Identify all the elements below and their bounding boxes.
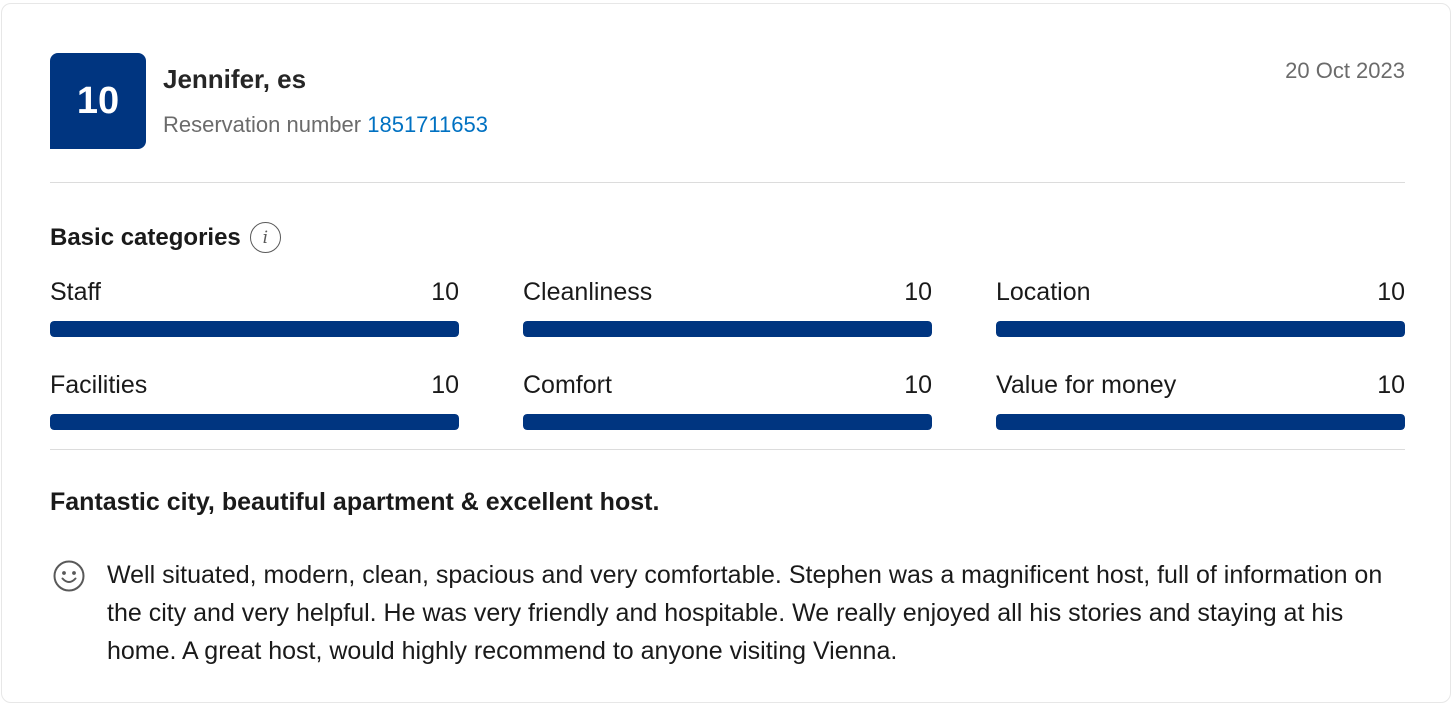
category-score-bar-fill xyxy=(50,414,459,430)
review-score-badge: 10 xyxy=(50,53,146,149)
category-score-bar-fill xyxy=(50,321,459,337)
category-score-bar-fill xyxy=(523,321,932,337)
category-value-for-money: Value for money 10 xyxy=(996,371,1405,430)
category-score-bar xyxy=(50,321,459,337)
categories-divider xyxy=(50,449,1405,450)
category-score-bar xyxy=(996,414,1405,430)
basic-categories-title: Basic categories xyxy=(50,223,241,251)
category-facilities: Facilities 10 xyxy=(50,371,459,430)
category-score: 10 xyxy=(904,371,932,399)
category-score-bar xyxy=(996,321,1405,337)
category-label: Location xyxy=(996,278,1091,306)
review-headline: Fantastic city, beautiful apartment & ex… xyxy=(50,488,660,516)
category-score: 10 xyxy=(431,278,459,306)
category-score-bar-fill xyxy=(996,321,1405,337)
smile-icon xyxy=(53,560,85,592)
category-score: 10 xyxy=(1377,371,1405,399)
category-label: Facilities xyxy=(50,371,148,399)
category-cleanliness: Cleanliness 10 xyxy=(523,278,932,337)
category-comfort: Comfort 10 xyxy=(523,371,932,430)
info-icon[interactable]: i xyxy=(249,222,281,253)
category-score: 10 xyxy=(1377,278,1405,306)
category-location: Location 10 xyxy=(996,278,1405,337)
reservation-label: Reservation number xyxy=(163,112,362,137)
category-score-bar xyxy=(523,414,932,430)
category-score-bar xyxy=(50,414,459,430)
category-label: Comfort xyxy=(523,371,612,399)
category-score: 10 xyxy=(904,278,932,306)
category-staff: Staff 10 xyxy=(50,278,459,337)
category-score-bar xyxy=(523,321,932,337)
category-label: Cleanliness xyxy=(523,278,653,306)
reservation-info: Reservation number 1851711653 xyxy=(163,112,488,138)
header-divider xyxy=(50,182,1405,183)
basic-categories-heading: Basic categories i xyxy=(50,222,281,253)
review-date: 20 Oct 2023 xyxy=(1285,58,1405,83)
category-score: 10 xyxy=(431,371,459,399)
category-score-bar-fill xyxy=(996,414,1405,430)
category-score-bar-fill xyxy=(523,414,932,430)
positive-review-text: Well situated, modern, clean, spacious a… xyxy=(107,561,1383,665)
reservation-number-link[interactable]: 1851711653 xyxy=(367,112,488,137)
category-label: Staff xyxy=(50,278,101,306)
category-scores: Staff 10 Cleanliness 10 Location 10 Faci… xyxy=(50,278,1405,430)
reviewer-name: Jennifer, es xyxy=(163,64,307,94)
category-label: Value for money xyxy=(996,371,1177,399)
